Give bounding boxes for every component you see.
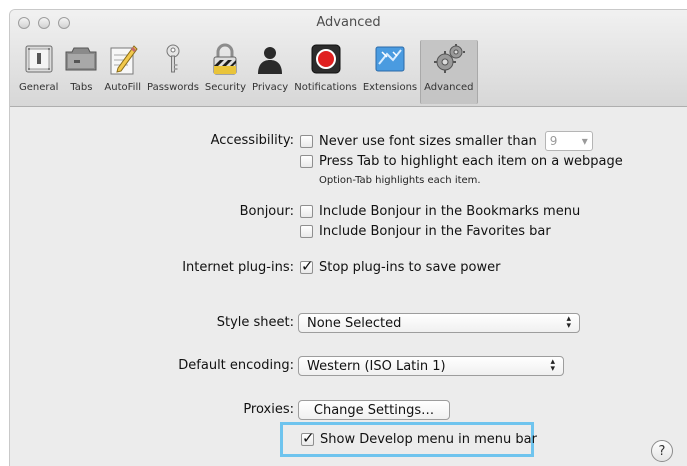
plugins-label: Internet plug-ins: <box>182 260 294 275</box>
tab-label: Extensions <box>362 82 418 93</box>
tab-label: Privacy <box>252 82 289 93</box>
bonjour-bookmarks-option: Include Bonjour in the Bookmarks menu <box>300 204 580 219</box>
tab-security[interactable]: Security <box>202 40 249 104</box>
bonjour-favorites-option: Include Bonjour in the Favorites bar <box>300 224 551 239</box>
press-tab-hint: Option-Tab highlights each item. <box>319 175 481 186</box>
tab-general[interactable]: General <box>16 40 61 104</box>
tab-advanced[interactable]: Advanced <box>420 40 478 104</box>
tab-extensions[interactable]: Extensions <box>360 40 420 104</box>
stylesheet-value: None Selected <box>307 315 402 331</box>
stylesheet-popup[interactable]: None Selected ▴ ▾ <box>298 313 580 333</box>
notifications-record-icon <box>309 42 343 76</box>
bonjour-bookmarks-text: Include Bonjour in the Bookmarks menu <box>319 204 581 219</box>
stop-plugins-option: Stop plug-ins to save power <box>300 257 501 275</box>
gears-icon <box>432 42 466 76</box>
tab-autofill[interactable]: AutoFill <box>101 40 144 104</box>
encoding-popup[interactable]: Western (ISO Latin 1) ▴ ▾ <box>298 356 564 376</box>
change-settings-button[interactable]: Change Settings… <box>298 400 450 420</box>
encoding-value: Western (ISO Latin 1) <box>307 358 446 374</box>
develop-menu-option: Show Develop menu in menu bar <box>301 429 537 447</box>
updown-arrows-icon: ▴ ▾ <box>550 357 555 374</box>
tab-label: Passwords <box>147 82 199 93</box>
min-font-text: Never use font sizes smaller than <box>319 133 537 149</box>
tab-passwords[interactable]: Passwords <box>144 40 202 104</box>
tab-notifications[interactable]: Notifications <box>291 40 360 104</box>
tab-label: Tabs <box>70 82 93 93</box>
press-tab-text: Press Tab to highlight each item on a we… <box>319 154 623 169</box>
tab-label: Advanced <box>424 82 474 93</box>
help-button[interactable]: ? <box>651 440 673 462</box>
encoding-label: Default encoding: <box>178 358 294 373</box>
min-font-checkbox[interactable] <box>300 134 313 148</box>
min-font-size-value: 9 <box>549 134 558 148</box>
bonjour-bookmarks-checkbox[interactable] <box>300 205 313 218</box>
autofill-pencil-icon <box>106 42 140 76</box>
min-font-size-select[interactable]: 9 ▾ <box>544 131 593 151</box>
tab-privacy[interactable]: Privacy <box>249 40 291 104</box>
puzzle-icon <box>373 42 407 76</box>
tab-label: Notifications <box>294 82 357 93</box>
tab-label: General <box>19 82 59 93</box>
min-font-option: Never use font sizes smaller than 9 ▾ <box>300 131 593 151</box>
tabs-icon <box>64 42 98 76</box>
key-icon <box>156 42 190 76</box>
accessibility-label: Accessibility: <box>210 133 294 148</box>
bonjour-favorites-text: Include Bonjour in the Favorites bar <box>319 224 551 239</box>
title-bar: Advanced General Tabs AutoFill Passwords… <box>10 10 687 107</box>
develop-menu-checkbox[interactable] <box>301 429 315 447</box>
advanced-pane: Accessibility: Never use font sizes smal… <box>10 107 687 466</box>
tab-label: Security <box>204 82 246 93</box>
press-tab-option: Press Tab to highlight each item on a we… <box>300 154 623 169</box>
updown-arrows-icon: ▴ ▾ <box>566 314 571 331</box>
person-silhouette-icon <box>253 42 287 76</box>
general-switch-icon <box>22 42 56 76</box>
chevron-down-icon: ▾ <box>581 134 588 148</box>
tab-tabs[interactable]: Tabs <box>61 40 101 104</box>
develop-menu-text: Show Develop menu in menu bar <box>320 432 537 447</box>
stop-plugins-text: Stop plug-ins to save power <box>319 260 501 275</box>
proxies-label: Proxies: <box>243 402 294 417</box>
padlock-icon <box>208 42 242 76</box>
stop-plugins-checkbox[interactable] <box>300 257 314 275</box>
window-title: Advanced <box>316 15 381 30</box>
bonjour-label: Bonjour: <box>239 204 294 219</box>
bonjour-favorites-checkbox[interactable] <box>300 225 313 238</box>
preferences-toolbar: General Tabs AutoFill Passwords Security… <box>16 40 478 106</box>
press-tab-checkbox[interactable] <box>300 155 313 168</box>
preferences-window: Advanced General Tabs AutoFill Passwords… <box>10 10 687 466</box>
stylesheet-label: Style sheet: <box>216 315 294 330</box>
tab-label: AutoFill <box>104 82 141 93</box>
